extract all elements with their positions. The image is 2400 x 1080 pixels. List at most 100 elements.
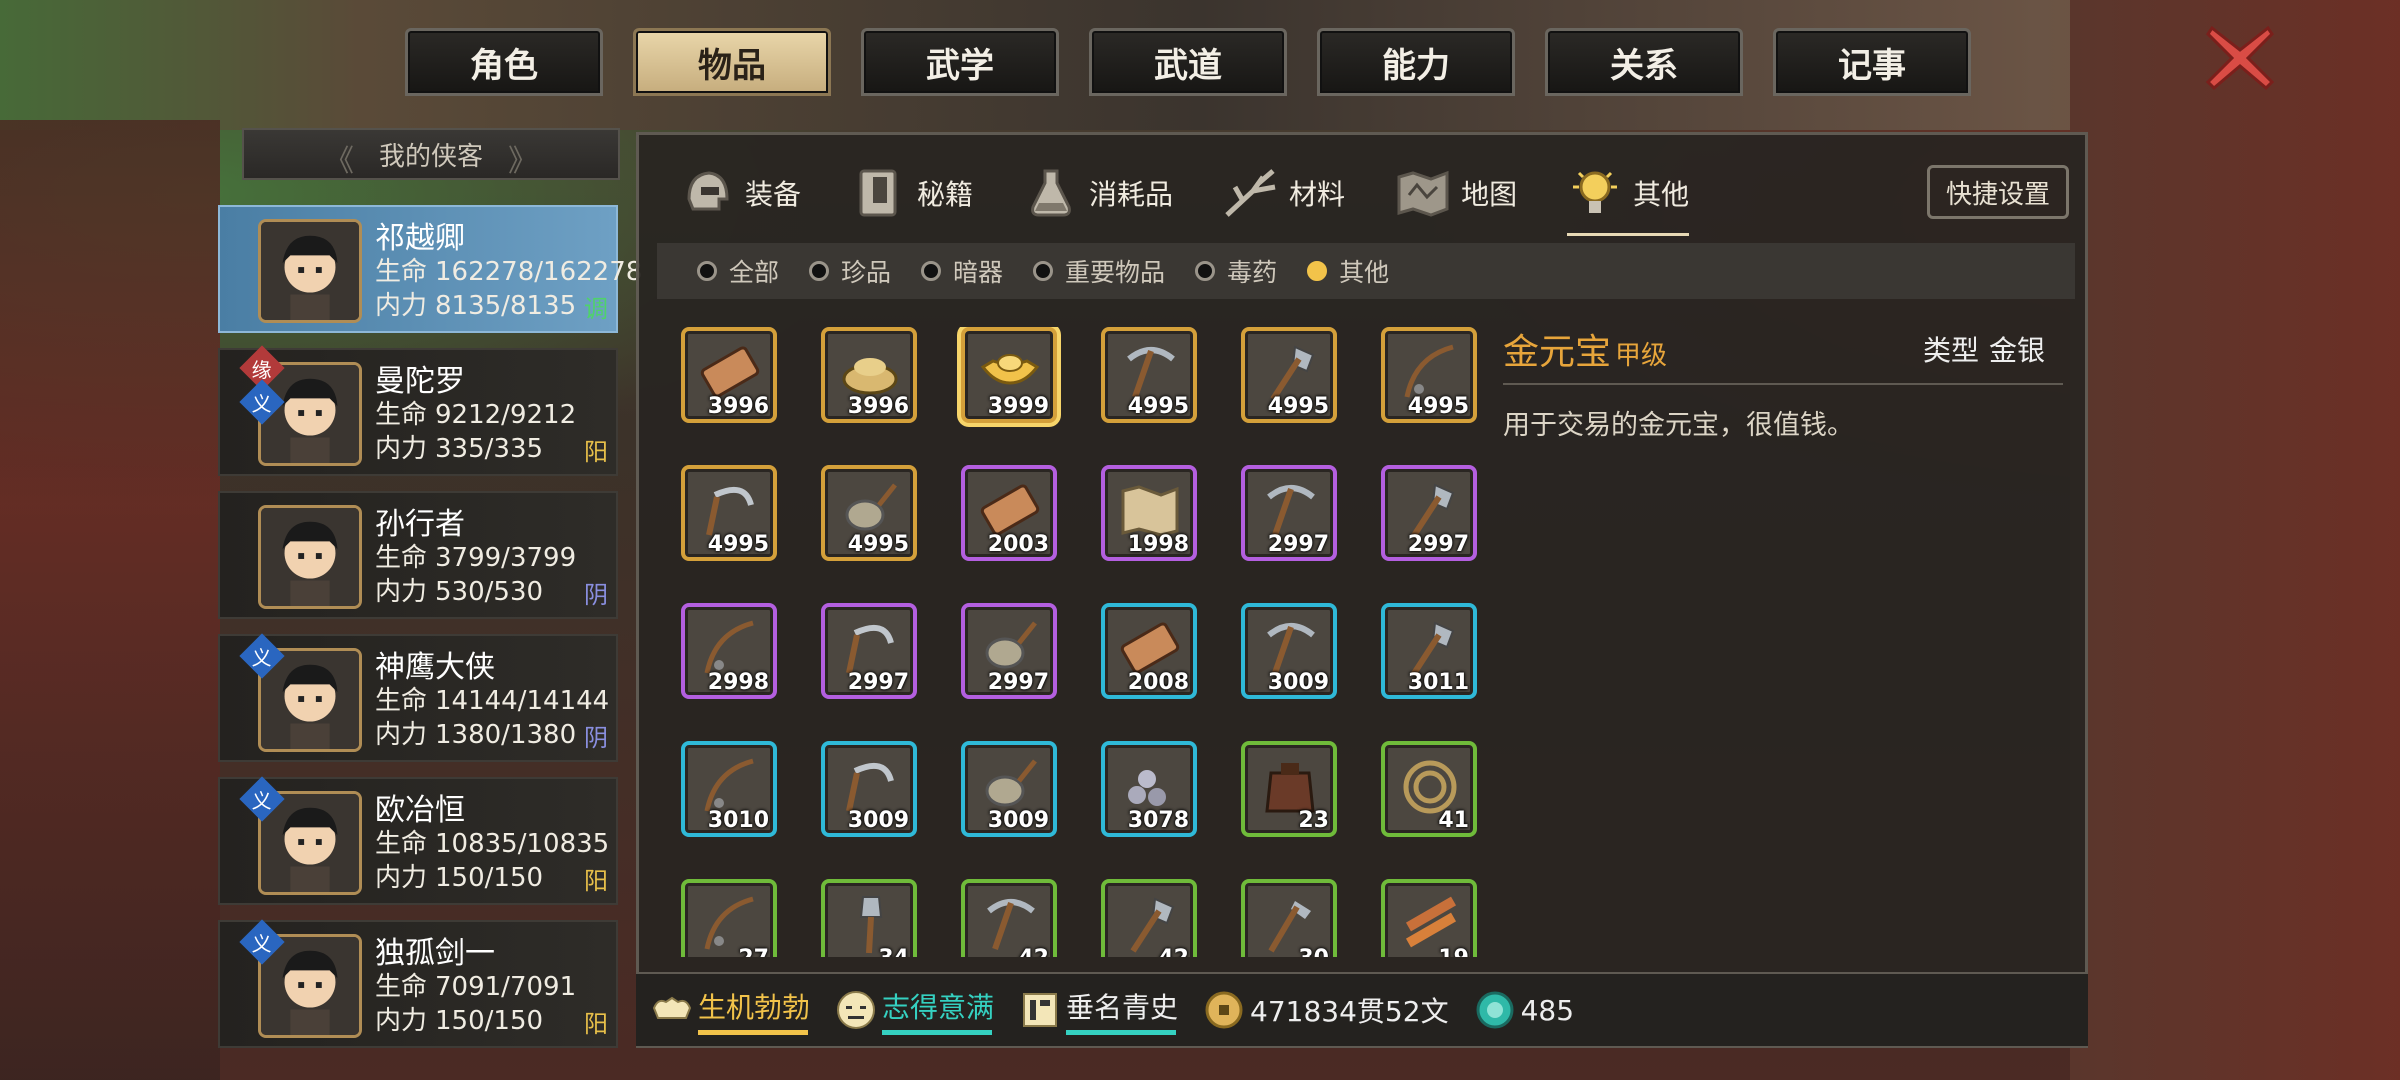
filter-bar: 全部 珍品 暗器 重要物品 毒药 其他	[657, 243, 2075, 299]
inventory-slot[interactable]: 4995	[821, 465, 917, 561]
subtab-label: 装备	[745, 178, 802, 211]
chevron-right-icon[interactable]: 》	[508, 136, 538, 180]
inventory-slot[interactable]: 3078	[1101, 741, 1197, 837]
lightbulb-icon	[1573, 171, 1618, 213]
inventory-slot[interactable]: 23	[1241, 741, 1337, 837]
inventory-slot[interactable]: 2997	[1241, 465, 1337, 561]
hero-card[interactable]: 义 独孤剑一 生命 7091/7091 内力 150/150 阳	[218, 919, 618, 1048]
tab-martial-arts[interactable]: 武学	[861, 28, 1059, 96]
hero-hp: 生命 14144/14144	[375, 680, 609, 717]
inventory-slot[interactable]: 19	[1381, 879, 1477, 957]
chevron-left-icon[interactable]: 《	[324, 136, 354, 180]
status-vitality[interactable]: 生机勃勃	[650, 986, 810, 1035]
inventory-slot[interactable]: 42	[1101, 879, 1197, 957]
item-count: 42	[1158, 946, 1189, 957]
inventory-slot[interactable]: 34	[821, 879, 917, 957]
hero-card[interactable]: 孙行者 生命 3799/3799 内力 530/530 阴	[218, 491, 618, 619]
inventory-slot[interactable]: 4995	[1381, 327, 1477, 423]
filter-option[interactable]: 毒药	[1195, 253, 1277, 289]
radio-icon	[697, 261, 717, 281]
item-count: 4995	[1127, 394, 1189, 419]
hero-card[interactable]: 缘义 曼陀罗 生命 9212/9212 内力 335/335 阳	[218, 345, 618, 476]
item-type-value: 金银	[1989, 334, 2046, 367]
badge-label: 义	[252, 645, 272, 670]
inventory-slot[interactable]: 4995	[681, 465, 777, 561]
hero-card[interactable]: 义 欧冶恒 生命 10835/10835 内力 150/150 阳	[218, 776, 618, 905]
potion-icon	[1031, 169, 1071, 217]
inventory-slot[interactable]: 2008	[1101, 603, 1197, 699]
filter-option[interactable]: 暗器	[921, 253, 1003, 289]
filter-option[interactable]: 其他	[1307, 253, 1389, 289]
hp-label: 生命	[375, 543, 428, 573]
inventory-slot[interactable]: 1998	[1101, 465, 1197, 561]
item-type-label: 类型	[1923, 334, 1980, 367]
inventory-slot[interactable]: 3011	[1381, 603, 1477, 699]
hero-mp: 内力 530/530	[375, 571, 543, 608]
inventory-slot[interactable]: 30	[1241, 879, 1337, 957]
inventory-slot[interactable]: 3009	[961, 741, 1057, 837]
tab-relations[interactable]: 关系	[1545, 28, 1743, 96]
inventory-slot[interactable]: 2003	[961, 465, 1057, 561]
inventory-slot[interactable]: 2997	[821, 603, 917, 699]
inventory-slot[interactable]: 3009	[1241, 603, 1337, 699]
inventory-slot[interactable]: 27	[681, 879, 777, 957]
inventory-slot[interactable]: 42	[961, 879, 1057, 957]
inventory-slot[interactable]: 3009	[821, 741, 917, 837]
inventory-slot[interactable]: 3999	[961, 327, 1057, 423]
roster-title-label: 我的侠客	[378, 141, 483, 172]
filter-option[interactable]: 重要物品	[1033, 253, 1165, 289]
item-name: 金元宝	[1503, 332, 1612, 373]
inventory-slot[interactable]: 3010	[681, 741, 777, 837]
filter-option[interactable]: 全部	[697, 253, 779, 289]
inventory-slot[interactable]: 2997	[961, 603, 1057, 699]
inventory-slot[interactable]: 2997	[1381, 465, 1477, 561]
badge-label: 义	[252, 931, 272, 956]
subtab-consumables[interactable]: 消耗品	[1023, 153, 1173, 233]
book-icon	[859, 169, 897, 217]
item-count: 1998	[1127, 532, 1189, 557]
close-icon[interactable]	[2200, 18, 2280, 98]
hero-card[interactable]: 义 神鹰大侠 生命 14144/14144 内力 1380/1380 阴	[218, 633, 618, 762]
hero-alignment-tag: 阴	[584, 724, 608, 752]
tab-items[interactable]: 物品	[633, 28, 831, 96]
item-count: 3009	[1267, 670, 1329, 695]
item-count: 3996	[707, 394, 769, 419]
detail-divider	[1503, 383, 2063, 385]
subtab-materials[interactable]: 材料	[1223, 153, 1345, 233]
item-count: 2997	[1267, 532, 1329, 557]
subtab-manuals[interactable]: 秘籍	[851, 153, 973, 233]
mp-label: 内力	[375, 434, 428, 464]
radio-icon	[1033, 261, 1054, 281]
hp-value: 14144/14144	[435, 686, 610, 716]
tab-character[interactable]: 角色	[405, 28, 603, 96]
inventory-slot[interactable]: 4995	[1101, 327, 1197, 423]
status-mood[interactable]: 志得意满	[834, 986, 994, 1035]
status-fame[interactable]: 垂名青史	[1018, 986, 1178, 1035]
hero-hp: 生命 10835/10835	[375, 823, 609, 860]
face-icon	[837, 991, 876, 1029]
inventory-slot[interactable]: 4995	[1241, 327, 1337, 423]
hero-mp: 内力 150/150	[375, 857, 543, 894]
mp-label: 内力	[375, 863, 428, 893]
inventory-slot[interactable]: 2998	[681, 603, 777, 699]
coin-icon	[1205, 991, 1243, 1029]
radio-icon	[809, 261, 830, 281]
subtab-other[interactable]: 其他	[1567, 153, 1690, 236]
hero-card[interactable]: 祁越卿 生命 162278/162278 内力 8135/8135 调	[218, 205, 642, 333]
inventory-slot[interactable]: 3996	[821, 327, 917, 423]
quick-settings-button[interactable]: 快捷设置	[1927, 165, 2069, 219]
subtab-equipment[interactable]: 装备	[679, 153, 801, 233]
tab-martial-way[interactable]: 武道	[1089, 28, 1287, 96]
hero-mp: 内力 150/150	[375, 1000, 543, 1037]
inventory-slot[interactable]: 41	[1381, 741, 1477, 837]
subtab-label: 其他	[1633, 178, 1690, 211]
hp-value: 162278/162278	[435, 257, 643, 287]
item-count: 3011	[1407, 670, 1469, 695]
subtab-maps[interactable]: 地图	[1395, 153, 1517, 233]
filter-option[interactable]: 珍品	[809, 253, 891, 289]
item-count: 2997	[847, 670, 909, 695]
tab-abilities[interactable]: 能力	[1317, 28, 1515, 96]
hp-label: 生命	[375, 972, 428, 1002]
inventory-slot[interactable]: 3996	[681, 327, 777, 423]
tab-records[interactable]: 记事	[1773, 28, 1971, 96]
